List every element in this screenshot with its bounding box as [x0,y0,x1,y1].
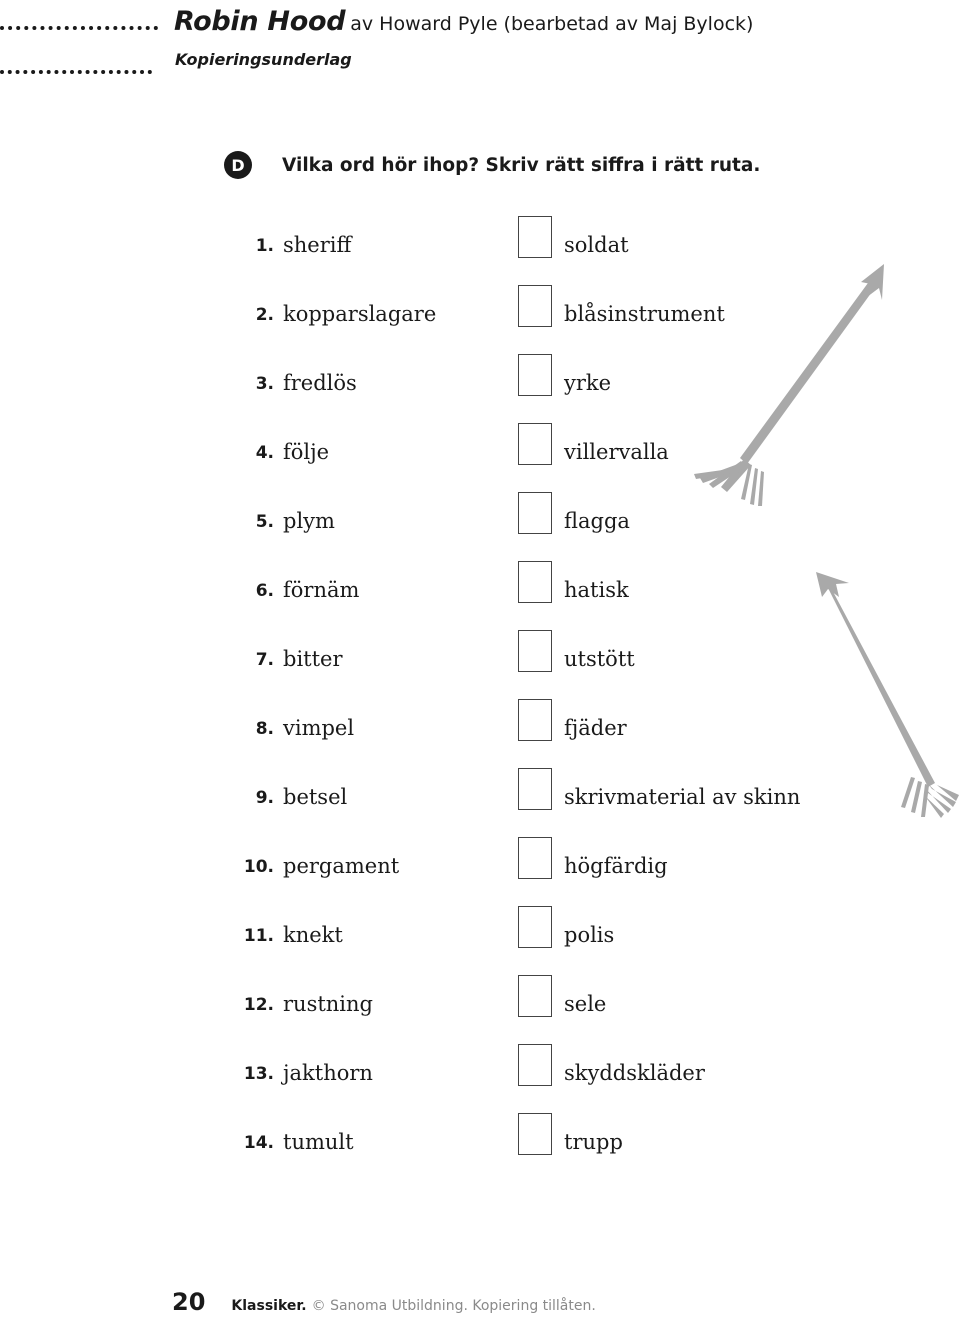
vocabulary-word: sheriff [283,233,352,257]
page-number: 20 [172,1288,206,1316]
exercise-row: 12. rustning sele [0,973,960,1042]
exercise-row: 7. bitter utstött [0,628,960,697]
exercise-list: 1. sheriff soldat 2. kopparslagare blåsinstru… [0,214,960,1180]
dotted-rule-bottom [0,70,152,74]
row-number: 2. [255,305,274,325]
definition-word: högfärdig [564,854,668,878]
row-number: 5. [255,512,274,532]
exercise-row: 4. följe villervalla [0,421,960,490]
vocabulary-word: följe [283,440,330,464]
answer-box[interactable] [518,1044,552,1086]
document-title-row: Robin Hood av Howard Pyle (bearbetad av M… [174,6,753,37]
exercise-row: 2. kopparslagare blåsinstrument [0,283,960,352]
exercise-row: 8. vimpel fjäder [0,697,960,766]
definition-word: villervalla [564,440,669,464]
vocabulary-word: jakthorn [283,1061,373,1085]
definition-word: fjäder [564,716,627,740]
vocabulary-word: rustning [283,992,373,1016]
vocabulary-word: förnäm [283,578,360,602]
definition-word: soldat [564,233,629,257]
definition-word: polis [564,923,615,947]
exercise-row: 9. betsel skrivmaterial av skinn [0,766,960,835]
definition-word: blåsinstrument [564,302,725,326]
row-number: 8. [255,719,274,739]
definition-word: trupp [564,1130,623,1154]
row-number: 4. [255,443,274,463]
definition-word: yrke [564,371,612,395]
vocabulary-word: tumult [283,1130,354,1154]
definition-word: flagga [564,509,630,533]
definition-word: hatisk [564,578,629,602]
answer-box[interactable] [518,630,552,672]
task-letter-badge: D [224,151,252,179]
row-number: 9. [255,788,274,808]
worksheet-page: Robin Hood av Howard Pyle (bearbetad av M… [0,0,960,1323]
exercise-row: 14. tumult trupp [0,1111,960,1180]
definition-word: utstött [564,647,635,671]
task-instruction-text: Vilka ord hör ihop? Skriv rätt siffra i … [282,154,761,176]
exercise-row: 1. sheriff soldat [0,214,960,283]
exercise-row: 6. förnäm hatisk [0,559,960,628]
exercise-row: 11. knekt polis [0,904,960,973]
vocabulary-word: kopparslagare [283,302,437,326]
row-number: 10. [243,857,274,877]
vocabulary-word: bitter [283,647,343,671]
row-number: 12. [243,995,274,1015]
answer-box[interactable] [518,906,552,948]
answer-box[interactable] [518,354,552,396]
answer-box[interactable] [518,699,552,741]
row-number: 13. [243,1064,274,1084]
dotted-rule-top [0,26,158,30]
book-title: Robin Hood [174,6,346,37]
vocabulary-word: plym [283,509,335,533]
definition-word: skrivmaterial av skinn [564,785,801,809]
page-footer: 20 Klassiker. © Sanoma Utbildning. Kopie… [172,1288,596,1316]
row-number: 6. [255,581,274,601]
row-number: 7. [255,650,274,670]
answer-box[interactable] [518,837,552,879]
row-number: 3. [255,374,274,394]
book-author: av Howard Pyle (bearbetad av Maj Bylock) [350,13,754,35]
row-number: 14. [243,1133,274,1153]
task-instruction-row: D Vilka ord hör ihop? Skriv rätt siffra … [224,151,760,179]
copyright-notice: © Sanoma Utbildning. Kopiering tillåten. [311,1298,596,1314]
series-name: Klassiker. [231,1298,307,1314]
answer-box[interactable] [518,768,552,810]
vocabulary-word: vimpel [283,716,355,740]
vocabulary-word: betsel [283,785,348,809]
answer-box[interactable] [518,975,552,1017]
answer-box[interactable] [518,492,552,534]
answer-box[interactable] [518,561,552,603]
page-header: Robin Hood av Howard Pyle (bearbetad av M… [0,0,960,110]
answer-box[interactable] [518,285,552,327]
row-number: 1. [255,236,274,256]
answer-box[interactable] [518,216,552,258]
exercise-row: 3. fredlös yrke [0,352,960,421]
vocabulary-word: fredlös [283,371,357,395]
exercise-row: 13. jakthorn skyddskläder [0,1042,960,1111]
exercise-row: 10. pergament högfärdig [0,835,960,904]
vocabulary-word: knekt [283,923,343,947]
worksheet-subtitle: Kopieringsunderlag [175,50,352,69]
row-number: 11. [243,926,274,946]
answer-box[interactable] [518,423,552,465]
answer-box[interactable] [518,1113,552,1155]
vocabulary-word: pergament [283,854,400,878]
definition-word: skyddskläder [564,1061,705,1085]
definition-word: sele [564,992,607,1016]
exercise-row: 5. plym flagga [0,490,960,559]
